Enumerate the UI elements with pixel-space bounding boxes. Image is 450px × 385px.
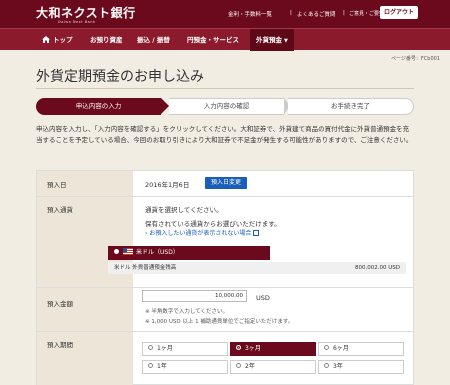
header-bar: 大和ネクスト銀行 Daiwa Next Bank 金利・手数料一覧 | よくある… xyxy=(0,0,450,28)
logo-text: 大和ネクスト銀行 xyxy=(36,6,136,20)
external-link-icon xyxy=(253,230,260,236)
page-number: ページ番号：FCb001 xyxy=(391,56,440,62)
main-nav: トップ お預り資産 振込 / 振替 円預金・サービス 外貨預金 ▼ xyxy=(0,28,450,51)
period-option-label: 6ヶ月 xyxy=(333,345,349,352)
home-icon xyxy=(42,36,50,43)
period-option-label: 1ヶ月 xyxy=(157,345,173,352)
currency-label: 預入通貨 xyxy=(47,206,73,214)
period-option-1y[interactable]: 1年 xyxy=(142,360,228,374)
period-option-1m[interactable]: 1ヶ月 xyxy=(142,342,228,356)
amount-unit: USD xyxy=(256,294,270,302)
label-cell: 預入日 xyxy=(37,171,133,197)
step-input: 申込内容の入力 xyxy=(36,98,161,115)
period-option-3y[interactable]: 3年 xyxy=(318,360,404,374)
amount-note-2: ※ 1,000 USD 以上 1 補助通貨単位でご指定いただけます。 xyxy=(145,319,294,325)
amount-note-1: ※ 半角数字で入力してください。 xyxy=(145,309,229,315)
util-separator: | xyxy=(343,10,345,16)
nav-yen-deposit[interactable]: 円預金・サービス xyxy=(187,29,239,51)
value-cell: 2016年1月6日 預入日変更 xyxy=(133,171,414,197)
value-cell: 通貨を選択してください。 保有されている通貨からお選びいただけます。 › お預入… xyxy=(133,197,414,288)
balance-row: 米ドル 外貨普通預金残高 800,002.00 USD xyxy=(108,262,406,274)
radio-icon xyxy=(148,363,153,368)
step-confirm: 入力内容の確認 xyxy=(169,98,284,115)
radio-selected-icon xyxy=(114,249,119,254)
label-cell: 預入期間 xyxy=(37,332,133,385)
nav-transfer[interactable]: 振込 / 振替 xyxy=(137,29,170,51)
currency-prompt: 通貨を選択してください。 xyxy=(145,206,223,214)
period-option-label: 1年 xyxy=(157,363,167,370)
step-arrow xyxy=(161,98,169,114)
page-title: 外貨定期預金のお申し込み xyxy=(36,69,204,85)
label-cell: 預入金額 xyxy=(37,288,133,332)
value-cell xyxy=(133,332,414,385)
balance-label: 米ドル 外貨普通預金残高 xyxy=(114,265,177,271)
period-option-6m[interactable]: 6ヶ月 xyxy=(318,342,404,356)
rates-fees-link[interactable]: 金利・手数料一覧 xyxy=(228,10,272,18)
radio-icon xyxy=(236,363,241,368)
currency-missing-link[interactable]: › お預入したい通貨が表示されない場合 xyxy=(145,228,260,237)
period-option-2y[interactable]: 2年 xyxy=(230,360,316,374)
currency-option-usd[interactable]: 米ドル（USD） xyxy=(108,246,270,260)
change-date-button[interactable]: 預入日変更 xyxy=(205,177,247,189)
util-separator: | xyxy=(290,10,292,16)
radio-icon xyxy=(148,345,153,350)
nav-assets[interactable]: お預り資産 xyxy=(90,29,123,51)
us-flag-icon xyxy=(123,248,133,255)
radio-icon xyxy=(324,345,329,350)
nav-top[interactable]: トップ xyxy=(42,29,73,51)
logout-button[interactable]: ログアウト xyxy=(380,6,418,19)
date-value: 2016年1月6日 xyxy=(145,181,190,189)
progress-steps: 申込内容の入力 入力内容の確認 お手続き完了 xyxy=(36,98,414,115)
intro-text: 申込内容を入力し、「入力内容を確認する」をクリックしてください。大和証券で、外貨… xyxy=(36,125,413,144)
radio-selected-icon xyxy=(236,345,241,350)
currency-option-label: 米ドル（USD） xyxy=(136,249,179,256)
feedback-link[interactable]: ご意見・ご要望 xyxy=(349,10,384,17)
amount-label: 預入金額 xyxy=(47,300,73,308)
label-cell: 預入通貨 xyxy=(37,197,133,288)
nav-foreign-deposit[interactable]: 外貨預金 ▼ xyxy=(250,29,294,51)
date-label: 預入日 xyxy=(47,181,67,189)
nav-foreign-deposit-label: 外貨預金 xyxy=(256,36,282,44)
title-divider xyxy=(36,88,414,89)
period-option-3m[interactable]: 3ヶ月 xyxy=(230,342,316,356)
bank-logo[interactable]: 大和ネクスト銀行 Daiwa Next Bank xyxy=(36,4,136,24)
balance-value: 800,002.00 USD xyxy=(355,265,400,271)
period-option-label: 3年 xyxy=(333,363,343,370)
step-complete: お手続き完了 xyxy=(288,98,414,115)
period-option-label: 3ヶ月 xyxy=(245,345,261,352)
chevron-down-icon: ▼ xyxy=(284,38,288,44)
period-label: 預入期間 xyxy=(47,341,73,349)
period-option-label: 2年 xyxy=(245,363,255,370)
radio-icon xyxy=(324,363,329,368)
faq-link[interactable]: よくあるご質問 xyxy=(297,10,336,18)
currency-note: 保有されている通貨からお選びいただけます。 xyxy=(145,220,281,228)
currency-missing-link-label: お預入したい通貨が表示されない場合 xyxy=(149,230,252,237)
amount-input[interactable]: 10,000.00 xyxy=(142,290,247,302)
nav-top-label: トップ xyxy=(53,36,73,44)
